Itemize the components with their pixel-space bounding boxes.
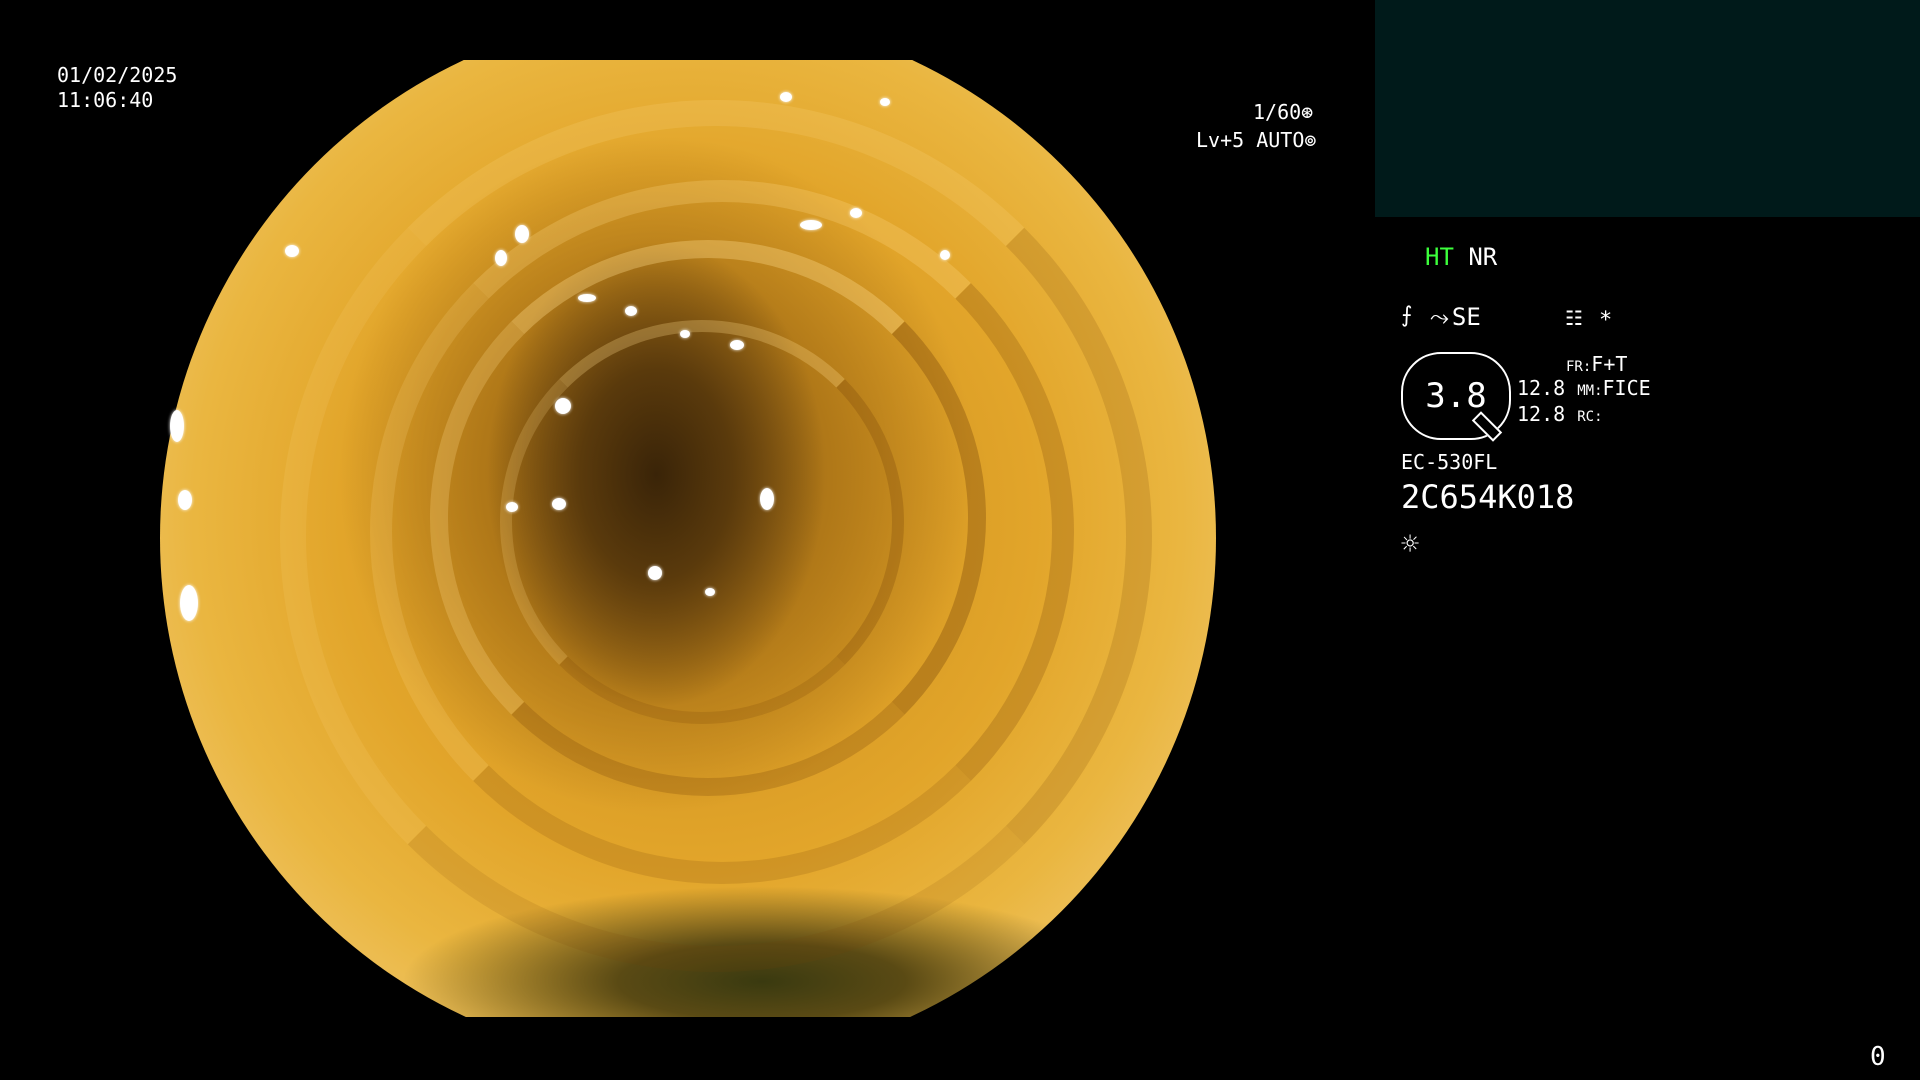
asterisk-indicator: *	[1599, 308, 1613, 333]
specular-highlight	[180, 585, 198, 621]
specular-highlight	[625, 306, 637, 316]
specular-highlight	[648, 566, 662, 580]
nr-label: NR	[1468, 243, 1498, 271]
rc-row: 12.8 RC:	[1517, 402, 1603, 430]
fr-key: FR:	[1566, 359, 1592, 375]
fr-value: F+T	[1591, 352, 1628, 376]
endoscope-field	[160, 60, 1216, 1017]
specular-highlight	[760, 488, 774, 510]
specular-highlight	[170, 410, 184, 442]
settings-list-icon: ☷	[1565, 306, 1583, 330]
specular-highlight	[780, 92, 792, 102]
curve-icon: ⨍	[1401, 303, 1413, 328]
mm-value: 12.8	[1517, 376, 1566, 400]
specular-highlight	[800, 220, 822, 230]
shutter-speed: 1/60⊛	[1253, 100, 1314, 124]
specular-highlight	[285, 245, 299, 257]
mm-mode: FICE	[1602, 376, 1651, 400]
specular-highlight	[940, 250, 950, 260]
scope-serial: 2C654K018	[1401, 478, 1575, 516]
sub-image-panel	[1375, 0, 1920, 217]
specular-highlight	[552, 498, 566, 510]
se-label-row: ⤳ SE	[1401, 272, 1481, 332]
specular-highlight	[850, 208, 862, 218]
mucosal-fold	[500, 320, 904, 724]
se-label: SE	[1451, 303, 1481, 331]
frame-counter: 0	[1870, 1042, 1886, 1072]
specular-highlight	[880, 98, 890, 106]
mm-key: MM:	[1577, 383, 1603, 399]
specular-highlight	[555, 398, 571, 414]
ht-label: HT	[1425, 243, 1454, 271]
scope-model: EC-530FL	[1401, 450, 1498, 474]
specular-highlight	[178, 490, 192, 510]
endoscope-image	[160, 60, 1216, 1017]
auto-mode-icon: ⊚	[1304, 128, 1317, 152]
mm-row: 12.8 MM:FICE	[1517, 376, 1651, 404]
light-icon: ☼	[1401, 527, 1420, 562]
specular-highlight	[506, 502, 518, 512]
scope-angle-icon: ⤳	[1429, 303, 1450, 331]
specular-highlight	[578, 294, 596, 302]
date-label: 01/02/2025	[57, 63, 178, 87]
specular-highlight	[705, 588, 715, 596]
specular-highlight	[680, 330, 690, 338]
enhancement-flags: HT NR	[1425, 242, 1497, 272]
rc-value: 12.8	[1517, 402, 1566, 426]
specular-highlight	[515, 225, 529, 243]
specular-highlight	[495, 250, 507, 266]
exposure-level: Lv+5 AUTO⊚	[1196, 128, 1317, 152]
dial-value: 3.8	[1425, 376, 1487, 416]
shutter-icon: ⊛	[1301, 100, 1314, 124]
rc-key: RC:	[1577, 409, 1603, 425]
specular-highlight	[730, 340, 744, 350]
time-label: 11:06:40	[57, 88, 154, 112]
